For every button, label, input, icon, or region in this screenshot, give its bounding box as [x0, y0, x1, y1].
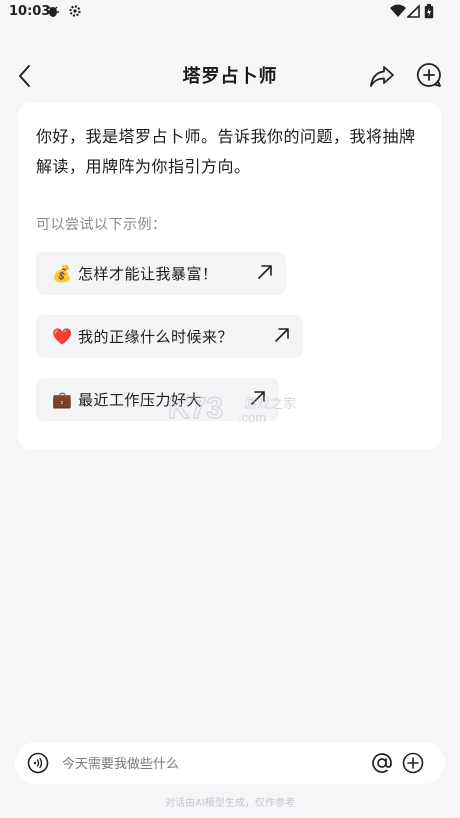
add-attachment-button[interactable] [401, 751, 425, 775]
arrow-up-right-icon [275, 328, 289, 342]
suggestion-chip[interactable]: ❤️ 我的正缘什么时候来？ [36, 315, 303, 358]
greeting-message: 你好，我是塔罗占卜师。告诉我你的问题，我将抽牌解读，用牌阵为你指引方向。 [36, 127, 416, 176]
suggestion-label: 怎样才能让我暴富！ [78, 265, 218, 283]
mention-button[interactable] [370, 751, 394, 775]
arrow-up-right-icon [258, 265, 272, 279]
gear-icon [68, 4, 82, 21]
heart-icon: ❤️ [52, 327, 72, 346]
suggestion-label: 我的正缘什么时候来？ [78, 328, 234, 346]
suggestion-chip[interactable]: 💰 怎样才能让我暴富！ [36, 252, 286, 295]
watermark-logo: K73 游戏之家 .com [166, 390, 296, 426]
example-hint: 可以尝试以下示例： [36, 217, 167, 233]
plus-circle-icon [402, 752, 424, 774]
voice-input-button[interactable] [27, 752, 49, 774]
top-navigation-bar: 塔罗占卜师 [0, 52, 460, 100]
ai-disclaimer: 对话由AI模型生成，仅作参考 [165, 798, 295, 809]
money-bag-icon: 💰 [52, 264, 72, 283]
wifi-icon [390, 4, 406, 21]
chat-input-bar [15, 742, 445, 784]
at-icon [372, 753, 392, 773]
voice-icon [27, 752, 49, 774]
status-bar: 10:03 [0, 0, 460, 26]
new-chat-button[interactable] [416, 62, 442, 88]
bug-icon [46, 4, 60, 21]
svg-text:.com: .com [238, 410, 266, 425]
signal-icon [406, 4, 420, 21]
share-icon [370, 66, 394, 87]
new-chat-icon [416, 63, 441, 87]
briefcase-icon: 💼 [52, 390, 72, 409]
svg-text:K73: K73 [168, 392, 223, 425]
message-input[interactable] [60, 750, 364, 778]
share-button[interactable] [368, 62, 396, 90]
battery-icon [424, 4, 434, 22]
status-time: 10:03 [9, 4, 51, 19]
